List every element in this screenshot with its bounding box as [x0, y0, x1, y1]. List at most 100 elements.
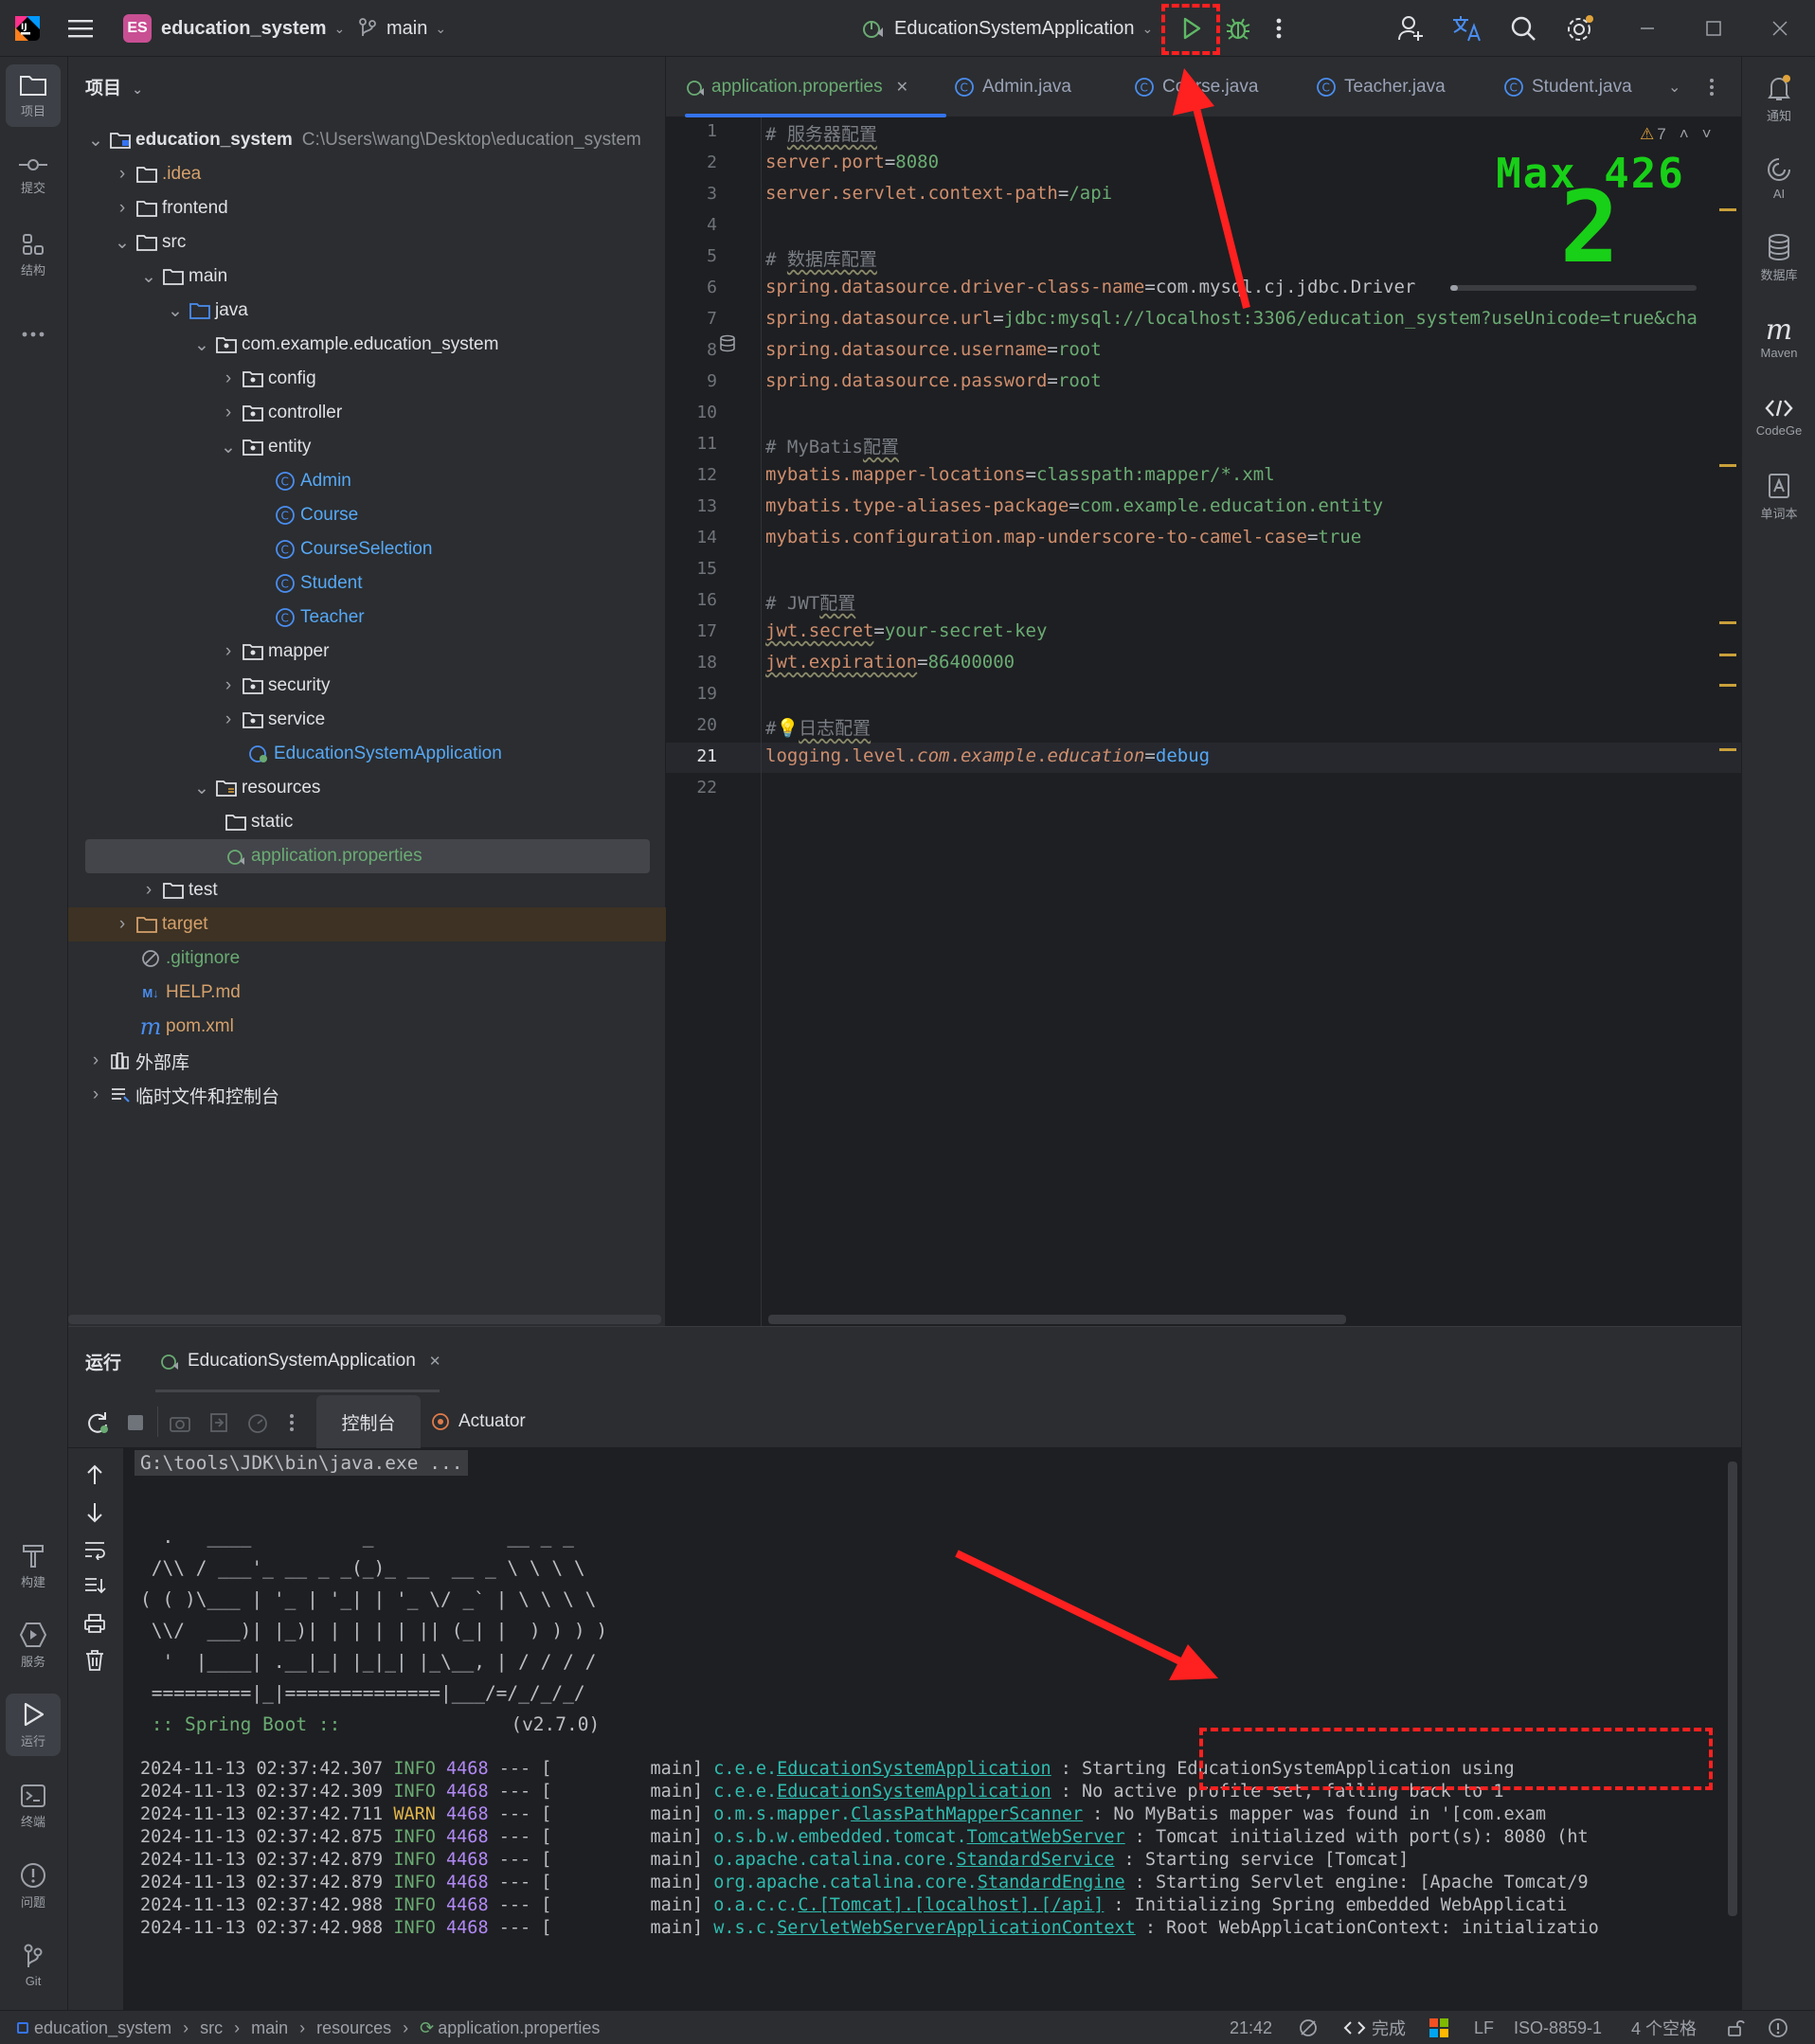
tree-node[interactable]: C Teacher	[68, 601, 666, 635]
tree-node[interactable]: ⌄ java	[68, 294, 666, 328]
code-line-21[interactable]: logging.level.com.example.education=debu…	[765, 745, 1210, 766]
tree-node[interactable]: › .idea	[68, 157, 666, 191]
code-line-20[interactable]: #💡日志配置	[765, 714, 871, 740]
stop-icon[interactable]	[125, 1412, 146, 1433]
lightbulb-icon[interactable]: 💡	[776, 718, 799, 739]
log-class-link[interactable]: ServletWebServerApplicationContext	[777, 1918, 1136, 1938]
breadcrumb-item[interactable]: main	[251, 2018, 288, 2038]
code-line-5[interactable]: # 数据库配置	[765, 245, 877, 271]
line-separator[interactable]: LF	[1474, 2011, 1494, 2044]
add-user-icon[interactable]	[1396, 0, 1425, 57]
breadcrumb-item[interactable]: education_system	[34, 2018, 171, 2038]
tool-run[interactable]: 运行	[6, 1694, 61, 1756]
warning-marker[interactable]	[1719, 621, 1736, 624]
breadcrumb-item[interactable]: src	[200, 2018, 223, 2038]
run-config-tab[interactable]: EducationSystemApplication ✕	[159, 1327, 440, 1395]
tab-teacher-java[interactable]: C Teacher.java	[1316, 57, 1446, 117]
tree-node[interactable]: C Student	[68, 566, 666, 601]
indent-setting[interactable]: 4 个空格	[1631, 2011, 1697, 2044]
soft-wrap-icon[interactable]	[83, 1539, 106, 1560]
tool-maven[interactable]: m Maven	[1746, 303, 1812, 371]
log-class-link[interactable]: StandardEngine	[978, 1873, 1125, 1892]
tool-terminal[interactable]: 终端	[6, 1775, 61, 1838]
restore-layout-icon[interactable]	[208, 1412, 229, 1433]
tree-node[interactable]: › 临时文件和控制台	[68, 1078, 666, 1112]
tool-wordbook[interactable]: 单词本	[1746, 462, 1812, 530]
settings-gear-icon[interactable]	[1565, 0, 1595, 57]
trash-icon[interactable]	[84, 1649, 105, 1672]
tree-node[interactable]: EducationSystemApplication	[68, 737, 666, 771]
tree-node[interactable]: C Admin	[68, 464, 666, 498]
close-window-button[interactable]	[1771, 0, 1788, 57]
scroll-up-icon[interactable]	[85, 1463, 104, 1486]
dump-threads-icon[interactable]	[246, 1412, 269, 1433]
tree-node[interactable]: ⌄ com.example.education_system	[68, 328, 666, 362]
code-line-6[interactable]: spring.datasource.driver-class-name=com.…	[765, 277, 1415, 297]
tab-student-java[interactable]: C Student.java	[1503, 57, 1632, 117]
log-class-link[interactable]: EducationSystemApplication	[777, 1759, 1051, 1779]
scroll-down-icon[interactable]	[85, 1501, 104, 1524]
warning-marker[interactable]	[1719, 748, 1736, 751]
code-line-18[interactable]: jwt.expiration=86400000	[765, 652, 1015, 672]
tree-node[interactable]: static	[68, 805, 666, 839]
tool-problems[interactable]: 问题	[6, 1855, 61, 1917]
tree-node[interactable]: m pom.xml	[68, 1010, 666, 1044]
editor-horizontal-scrollbar[interactable]	[768, 1315, 1346, 1324]
file-encoding[interactable]: ISO-8859-1	[1514, 2011, 1602, 2044]
app-logo-icon[interactable]: IJ	[13, 0, 42, 57]
print-icon[interactable]	[83, 1613, 106, 1634]
code-line-3[interactable]: server.servlet.context-path=/api	[765, 183, 1112, 204]
tree-node[interactable]: › test	[68, 873, 666, 907]
tool-build[interactable]: 构建	[6, 1534, 61, 1597]
tree-node[interactable]: › config	[68, 362, 666, 396]
project-switcher[interactable]: ES education_system ⌄	[123, 0, 345, 57]
log-class-link[interactable]: TomcatWebServer	[967, 1827, 1125, 1847]
code-line-12[interactable]: mybatis.mapper-locations=classpath:mappe…	[765, 464, 1275, 485]
tool-codegeex[interactable]: CodeGe	[1746, 383, 1812, 451]
database-gutter-icon[interactable]	[719, 334, 738, 353]
windows-logo-icon[interactable]	[1429, 2011, 1449, 2044]
codegeex-status[interactable]: 完成	[1343, 2011, 1406, 2044]
more-actions-icon[interactable]	[1275, 0, 1283, 57]
log-class-link[interactable]: StandardService	[956, 1850, 1114, 1870]
camera-icon[interactable]	[169, 1412, 191, 1433]
more-actions-icon[interactable]	[288, 1412, 296, 1433]
tab-list-chevron-icon[interactable]: ⌄	[1668, 57, 1680, 117]
tree-node[interactable]: › frontend	[68, 191, 666, 225]
code-line-7[interactable]: spring.datasource.url=jdbc:mysql://local…	[765, 308, 1732, 329]
log-class-link[interactable]: ClassPathMapperScanner	[851, 1804, 1083, 1824]
search-icon[interactable]	[1510, 0, 1536, 57]
project-panel-title[interactable]: 项目 ⌄	[85, 74, 143, 99]
tree-node[interactable]: ⌄ resources	[68, 771, 666, 805]
close-tab-icon[interactable]: ✕	[429, 1353, 441, 1370]
tab-console[interactable]: 控制台	[316, 1395, 421, 1448]
code-line-9[interactable]: spring.datasource.password=root	[765, 370, 1102, 391]
breadcrumb-item[interactable]: application.properties	[438, 2018, 600, 2038]
run-config-selector[interactable]: EducationSystemApplication ⌄	[860, 0, 1153, 57]
tree-node[interactable]: › target	[68, 907, 666, 941]
tree-node[interactable]: M↓ HELP.md	[68, 976, 666, 1010]
tool-services[interactable]: 服务	[6, 1614, 61, 1676]
tree-node[interactable]: › controller	[68, 396, 666, 430]
tree-node-selected[interactable]: application.properties	[85, 839, 650, 873]
main-menu-icon[interactable]	[68, 0, 95, 57]
branch-switcher[interactable]: main ⌄	[358, 0, 446, 57]
git-off-icon[interactable]	[1298, 2011, 1319, 2044]
warning-marker[interactable]	[1719, 208, 1736, 211]
tab-admin-java[interactable]: C Admin.java	[954, 57, 1071, 117]
log-class-link[interactable]: EducationSystemApplication	[777, 1782, 1051, 1802]
tab-actuator[interactable]: Actuator	[430, 1395, 526, 1448]
tab-application-properties[interactable]: application.properties ✕	[685, 57, 946, 117]
tree-node[interactable]: C Course	[68, 498, 666, 532]
tree-node[interactable]: ⌄ src	[68, 225, 666, 260]
translate-icon[interactable]	[1451, 0, 1483, 57]
code-line-13[interactable]: mybatis.type-aliases-package=com.example…	[765, 495, 1383, 516]
tree-node[interactable]: › mapper	[68, 635, 666, 669]
breadcrumb-item[interactable]: resources	[316, 2018, 391, 2038]
caret-position[interactable]: 21:42	[1230, 2011, 1272, 2044]
tree-node[interactable]: › service	[68, 703, 666, 737]
tab-course-java[interactable]: C Course.java	[1134, 57, 1258, 117]
code-line-14[interactable]: mybatis.configuration.map-underscore-to-…	[765, 527, 1361, 547]
tree-node[interactable]: › 外部库	[68, 1044, 666, 1078]
code-line-8[interactable]: spring.datasource.username=root	[765, 339, 1102, 360]
